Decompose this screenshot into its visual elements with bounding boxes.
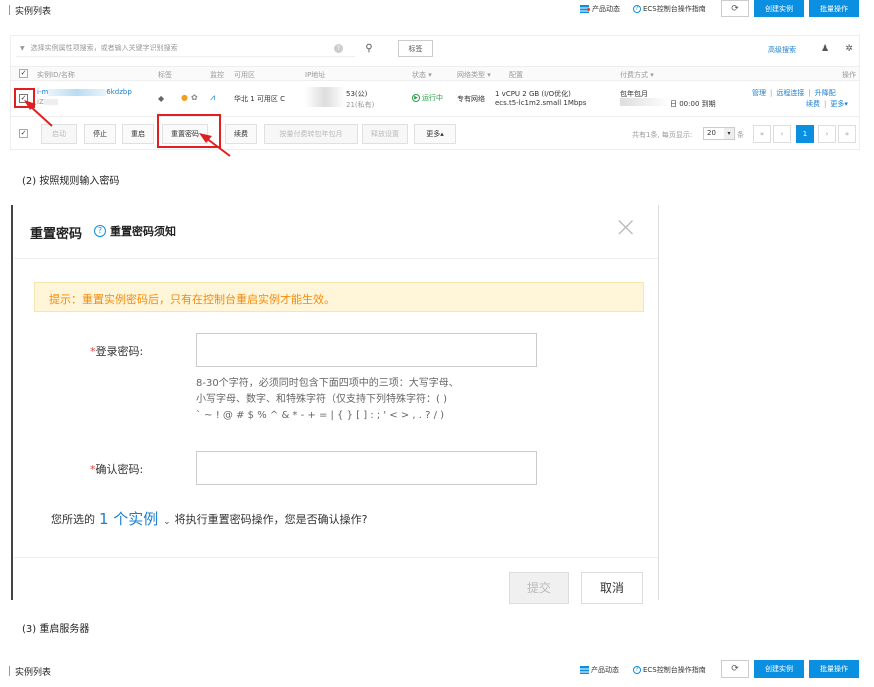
page-title-2: 实例列表 — [15, 668, 52, 678]
dialog-title: 重置密码 — [30, 227, 83, 242]
close-icon[interactable]: × — [614, 210, 637, 243]
arrow-line-1 — [29, 105, 53, 127]
batch-ops-button-2[interactable]: 批量操作 — [809, 660, 859, 678]
refresh-icon: ⟳ — [731, 664, 739, 674]
step3-caption: (3) 重启服务器 — [22, 624, 90, 635]
notice-text: 提示：重置实例密码后，只有在控制台重启实例才能生效。 — [49, 293, 335, 306]
confirm-password-label: *确认密码: — [90, 463, 144, 476]
dialog-right-border — [658, 205, 659, 600]
password-rule-line1: 8-30个字符，必须同时包含下面四项中的三项：大写字母、 — [196, 378, 459, 389]
page-unit: 条 — [737, 131, 744, 139]
last-page-button[interactable]: » — [838, 125, 856, 143]
step2-caption: (2) 按照规则输入密码 — [22, 176, 120, 187]
notice-banner: 提示：重置实例密码后，只有在控制台重启实例才能生效。 — [34, 282, 644, 312]
title-divider-2 — [9, 666, 10, 676]
page-size-select[interactable]: 20 ▾ — [703, 127, 735, 140]
next-page-button[interactable]: › — [818, 125, 836, 143]
password-rule-line2: 小写字母、数字、和特殊字符（仅支持下列特殊字符：( ) — [196, 394, 447, 405]
ecs-guide-link-2[interactable]: ? ECS控制台操作指南 — [633, 665, 706, 675]
page-size-caret-icon: ▾ — [724, 128, 734, 139]
help-circle-icon: ? — [94, 225, 106, 237]
page-info: 共有1条, 每页显示: — [632, 131, 693, 139]
product-news-link-2[interactable]: 产品动态 — [580, 665, 619, 675]
submit-button[interactable]: 提交 — [509, 572, 569, 604]
prev-page-button[interactable]: ‹ — [773, 125, 791, 143]
confirm-password-input[interactable] — [196, 451, 537, 485]
cancel-button[interactable]: 取消 — [581, 572, 643, 604]
login-password-input[interactable] — [196, 333, 537, 367]
chevron-down-icon: ⌄ — [163, 517, 171, 527]
annotation-arrows — [24, 100, 231, 157]
login-password-label: *登录密码: — [90, 345, 144, 358]
help-circle-icon: ? — [633, 666, 641, 674]
arrow-line-2 — [205, 137, 231, 157]
first-page-button[interactable]: « — [753, 125, 771, 143]
reset-pwd-help-link[interactable]: ? 重置密码须知 — [94, 223, 176, 239]
dialog-footer-divider — [14, 557, 658, 558]
password-rule-line3: ` ~ ! @ # $ % ^ & * - + = | { } [ ] : ; … — [196, 410, 445, 421]
selection-summary: 您所选的 1 个实例 ⌄ 将执行重置密码操作，您是否确认操作? — [51, 508, 368, 529]
news-icon — [580, 666, 589, 674]
refresh-button-2[interactable]: ⟳ — [721, 660, 749, 678]
create-instance-button-2[interactable]: 创建实例 — [754, 660, 804, 678]
dialog-header-divider — [14, 258, 658, 259]
dialog-left-border — [11, 205, 13, 600]
selected-count-link[interactable]: 1 个实例 ⌄ — [99, 508, 171, 529]
current-page-button[interactable]: 1 — [796, 125, 814, 143]
